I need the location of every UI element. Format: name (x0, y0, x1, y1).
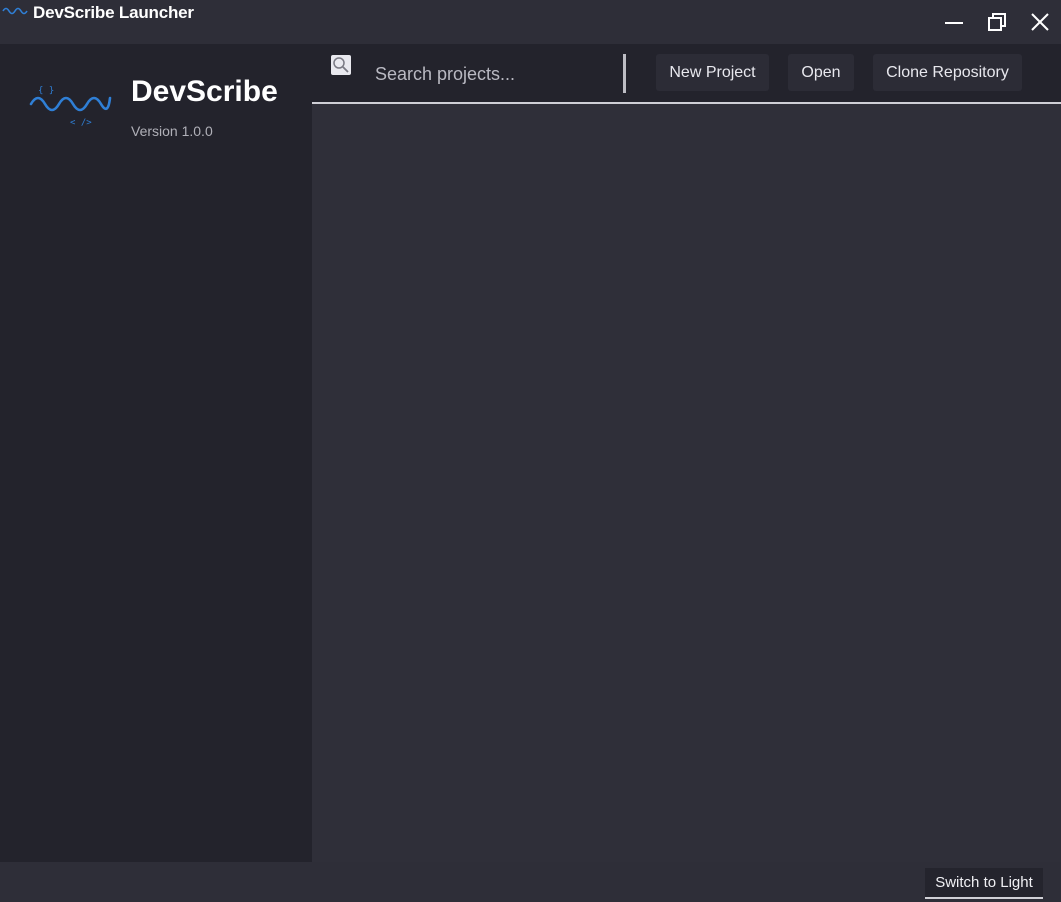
logo-bottom-glyph: < /> (70, 118, 92, 128)
close-icon (1031, 13, 1049, 31)
theme-toggle-button[interactable]: Switch to Light (925, 868, 1043, 899)
clone-repository-button[interactable]: Clone Repository (873, 54, 1022, 91)
maximize-button[interactable] (983, 8, 1011, 36)
minimize-icon (945, 22, 963, 24)
logo-top-glyph: { } (38, 86, 54, 96)
search-divider (623, 54, 626, 93)
footer (0, 862, 1061, 902)
wave-logo-icon: { } < /> (29, 86, 112, 128)
launcher-window: DevScribe Launcher { } < /> DevScribe Ve… (0, 0, 1061, 902)
magnifier-glyph (333, 57, 349, 73)
new-project-button[interactable]: New Project (656, 54, 769, 91)
wave-logo-icon (2, 7, 28, 15)
brand-name: DevScribe (131, 75, 278, 108)
close-button[interactable] (1026, 8, 1054, 36)
restore-icon (988, 13, 1006, 31)
search-icon[interactable] (331, 55, 351, 75)
minimize-button[interactable] (940, 8, 968, 36)
search-input[interactable] (365, 58, 615, 90)
window-title: DevScribe Launcher (33, 3, 194, 22)
sidebar: { } < /> DevScribe Version 1.0.0 (0, 44, 312, 862)
open-button[interactable]: Open (788, 54, 854, 91)
title-bar[interactable]: DevScribe Launcher (0, 0, 1061, 44)
project-list-area (312, 104, 1061, 862)
version-label: Version 1.0.0 (131, 123, 213, 139)
